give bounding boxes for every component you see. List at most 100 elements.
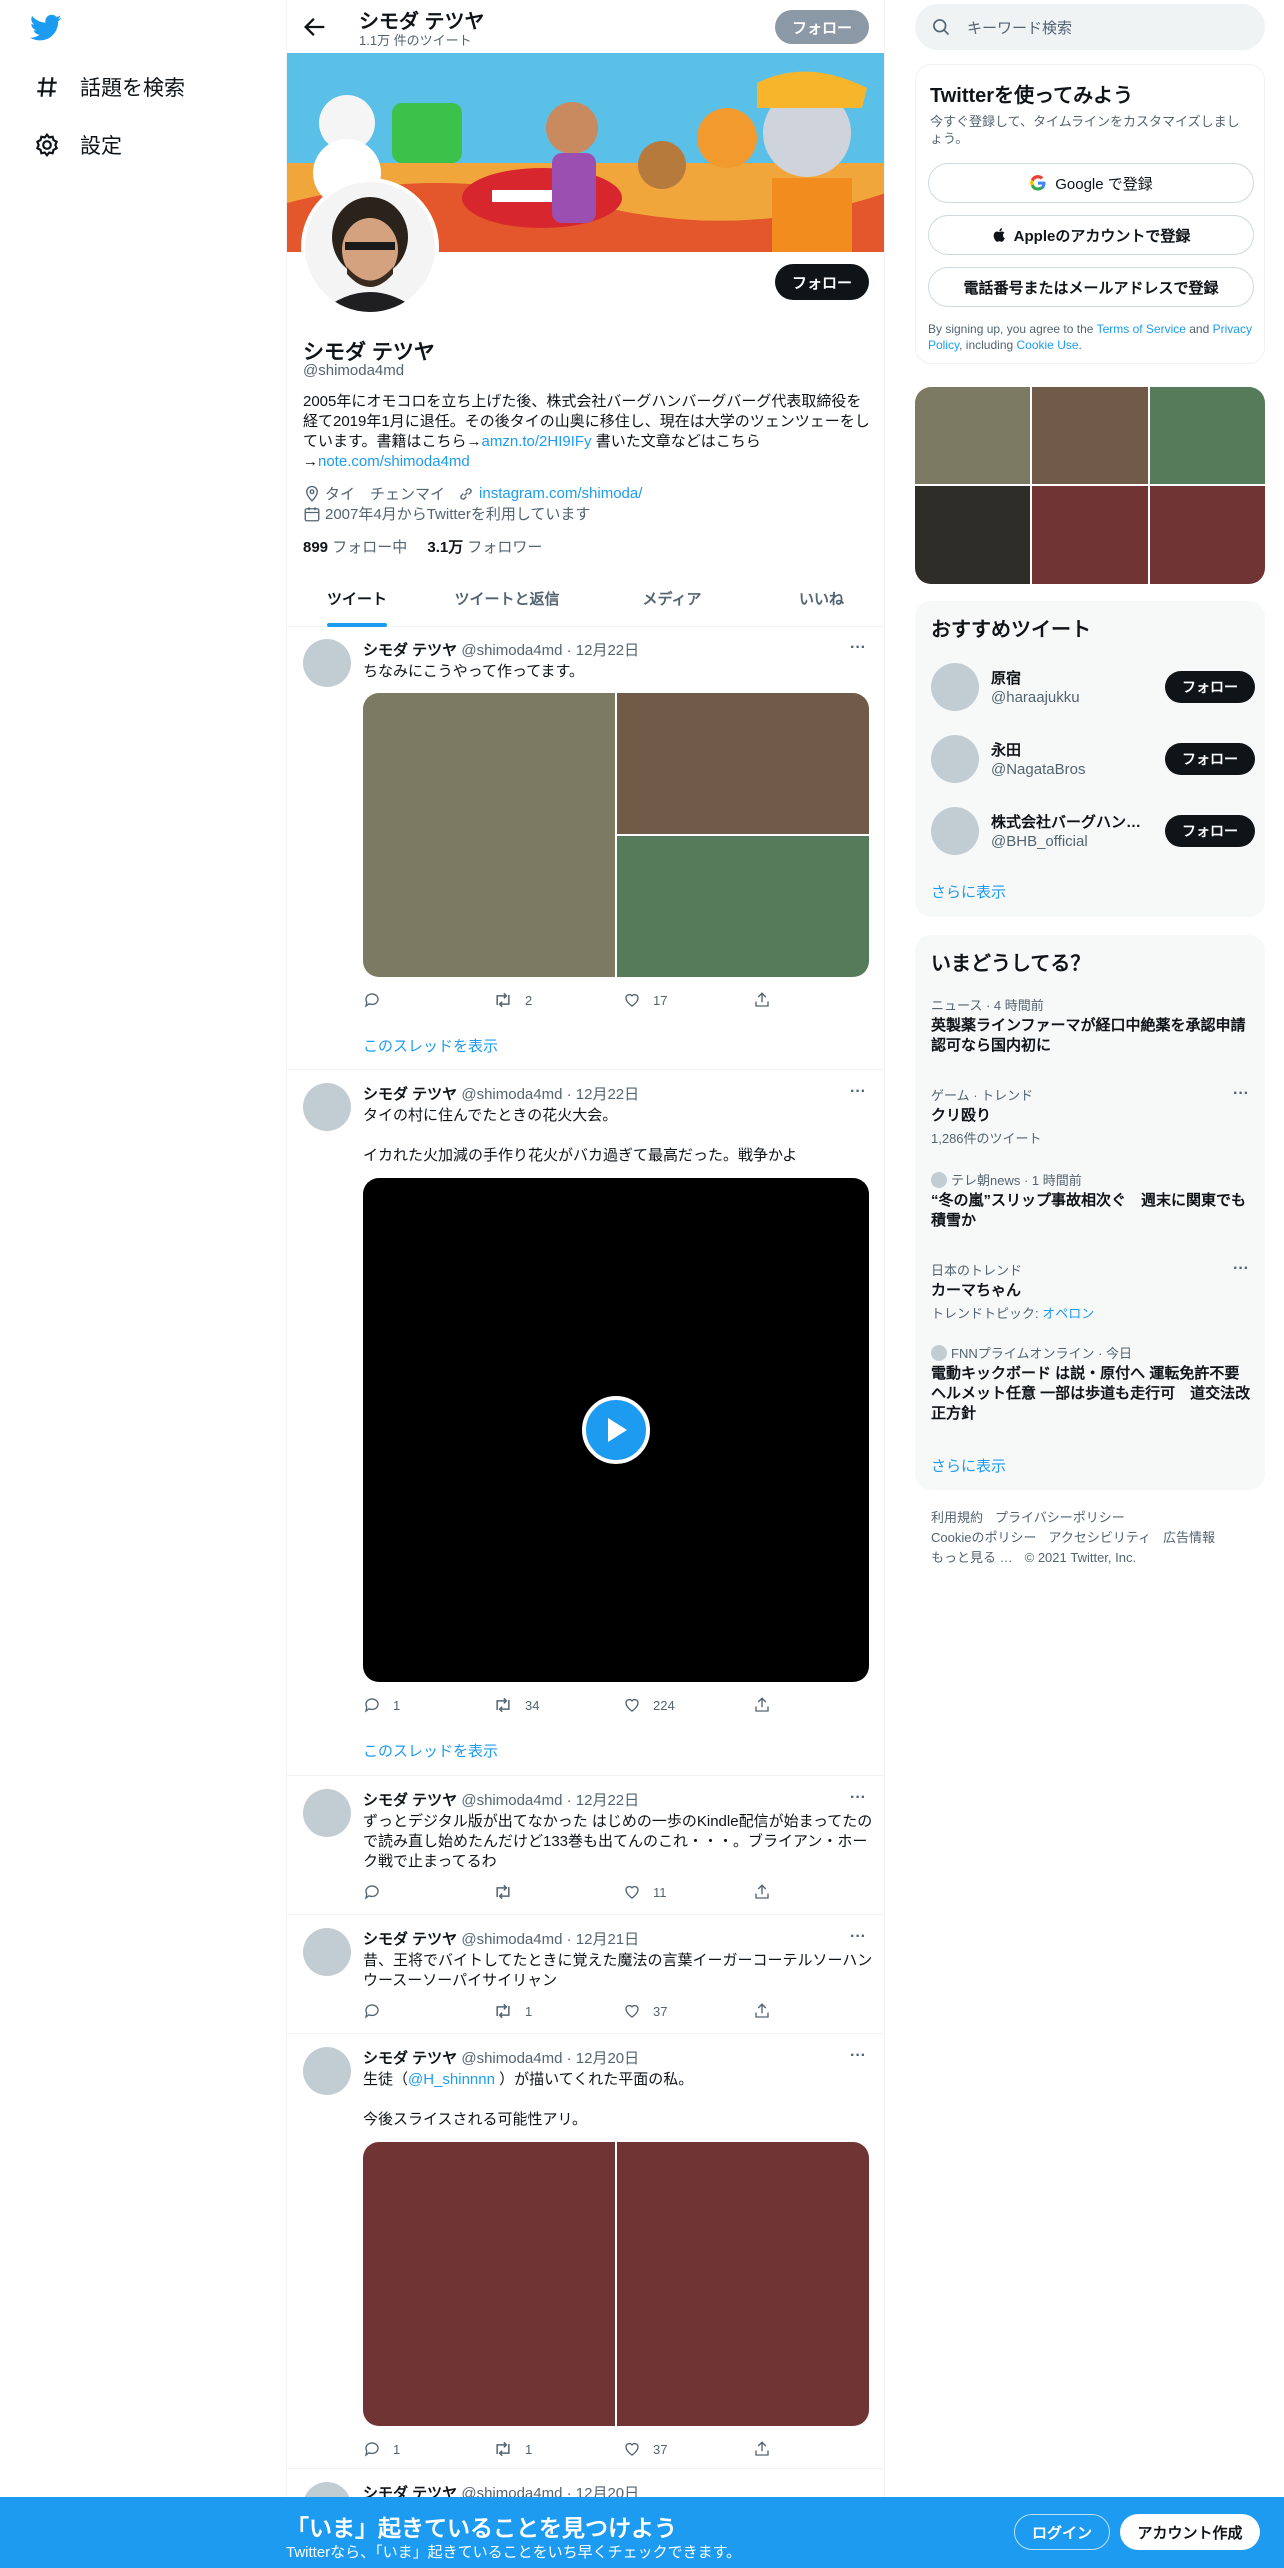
- footer-more-link[interactable]: もっと見る …: [931, 1550, 1013, 1565]
- tweet-author[interactable]: シモダ テツヤ: [363, 1792, 457, 1809]
- show-thread-link[interactable]: このスレッドを表示: [363, 1740, 498, 1761]
- reply-button[interactable]: [363, 991, 393, 1009]
- signup-button[interactable]: アカウント作成: [1120, 2514, 1260, 2550]
- reply-button[interactable]: 1: [363, 2440, 400, 2458]
- more-icon[interactable]: ···: [846, 1083, 870, 1103]
- more-icon[interactable]: ···: [1233, 1085, 1249, 1103]
- tweet-media-grid[interactable]: [363, 693, 869, 977]
- recommended-user[interactable]: 原宿 @haraajukku フォロー: [931, 659, 1255, 715]
- avatar[interactable]: [931, 663, 979, 711]
- phone-email-signup-button[interactable]: 電話番号またはメールアドレスで登録: [928, 267, 1254, 307]
- tweet-author[interactable]: シモダ テツヤ: [363, 1086, 457, 1103]
- search-input[interactable]: キーワード検索: [915, 4, 1265, 50]
- like-button[interactable]: 17: [623, 991, 667, 1009]
- tweet[interactable]: シモダ テツヤ @shimoda4md · 12月22日 ··· ちなみにこうや…: [287, 627, 884, 1070]
- trend-item[interactable]: ゲーム · トレンド クリ殴り 1,286件のツイート: [931, 1085, 1251, 1147]
- cookie-link[interactable]: Cookie Use: [1017, 338, 1079, 352]
- bio-note-link[interactable]: note.com/shimoda4md: [318, 453, 470, 470]
- tweet-author[interactable]: シモダ テツヤ: [363, 1931, 457, 1948]
- media-image[interactable]: [363, 693, 615, 977]
- footer-link[interactable]: Cookieのポリシー: [931, 1530, 1036, 1545]
- more-icon[interactable]: ···: [846, 1928, 870, 1948]
- trend-item[interactable]: 日本のトレンド カーマちゃん トレンドトピック: オペロン: [931, 1260, 1251, 1322]
- follow-button[interactable]: フォロー: [1165, 671, 1255, 703]
- more-icon[interactable]: ···: [846, 639, 870, 659]
- tab-media[interactable]: メディア: [587, 570, 757, 627]
- recommended-user[interactable]: 株式会社バーグハン… @BHB_official フォロー: [931, 803, 1255, 859]
- share-button[interactable]: [753, 1883, 771, 1901]
- followers-link[interactable]: 3.1万 フォロワー: [427, 539, 542, 556]
- tweet-media-grid[interactable]: [363, 2142, 869, 2426]
- gallery-image[interactable]: [1150, 387, 1265, 484]
- media-image[interactable]: [363, 2142, 615, 2426]
- retweet-button[interactable]: 1: [493, 2002, 532, 2020]
- tweet[interactable]: シモダ テツヤ @shimoda4md · 12月20日 ··· 生徒（@H_s…: [287, 2035, 884, 2469]
- gallery-image[interactable]: [1150, 486, 1265, 584]
- tweet-author[interactable]: シモダ テツヤ: [363, 642, 457, 659]
- avatar[interactable]: [303, 2047, 351, 2095]
- more-icon[interactable]: ···: [846, 1789, 870, 1809]
- gallery-image[interactable]: [915, 387, 1030, 484]
- terms-link[interactable]: Terms of Service: [1097, 322, 1186, 336]
- recommend-more-link[interactable]: さらに表示: [931, 881, 1006, 902]
- share-button[interactable]: [753, 1696, 771, 1714]
- tab-likes[interactable]: いいね: [757, 570, 884, 627]
- reply-button[interactable]: [363, 1883, 393, 1901]
- avatar[interactable]: [931, 735, 979, 783]
- avatar[interactable]: [303, 1083, 351, 1131]
- trend-item[interactable]: FNNプライムオンライン · 今日 電動キックボード は説・原付へ 運転免許不要…: [931, 1343, 1251, 1424]
- more-icon[interactable]: ···: [846, 2047, 870, 2067]
- footer-link[interactable]: アクセシビリティ: [1048, 1530, 1151, 1545]
- mention-link[interactable]: @H_shinnnn: [408, 2071, 495, 2088]
- follow-button[interactable]: フォロー: [1165, 743, 1255, 775]
- google-signup-button[interactable]: Google で登録: [928, 163, 1254, 203]
- nav-explore[interactable]: 話題を検索: [32, 67, 185, 107]
- like-button[interactable]: 224: [623, 1696, 675, 1714]
- trend-item[interactable]: テレ朝news · 1 時間前 “冬の嵐”スリップ事故相次ぐ 週末に関東でも積雪…: [931, 1170, 1251, 1231]
- profile-follow-button[interactable]: フォロー: [775, 264, 869, 300]
- trends-more-link[interactable]: さらに表示: [931, 1455, 1006, 1476]
- profile-avatar[interactable]: [301, 178, 439, 316]
- media-image[interactable]: [617, 836, 869, 977]
- footer-link[interactable]: 利用規約: [931, 1510, 983, 1525]
- tweet[interactable]: シモダ テツヤ @shimoda4md · 12月22日 ··· ずっとデジタル…: [287, 1777, 884, 1915]
- follow-button[interactable]: フォロー: [1165, 815, 1255, 847]
- like-button[interactable]: 11: [623, 1883, 667, 1901]
- play-icon[interactable]: [582, 1396, 650, 1464]
- bio-amazon-link[interactable]: amzn.to/2HI9IFy: [482, 433, 592, 450]
- gallery-image[interactable]: [1032, 486, 1148, 584]
- tweet-author[interactable]: シモダ テツヤ: [363, 2050, 457, 2067]
- back-arrow-icon[interactable]: [301, 13, 329, 41]
- retweet-button[interactable]: 2: [493, 991, 532, 1009]
- share-button[interactable]: [753, 991, 771, 1009]
- profile-website[interactable]: instagram.com/shimoda/: [457, 485, 642, 503]
- header-follow-button[interactable]: フォロー: [775, 10, 869, 44]
- tweet[interactable]: シモダ テツヤ @shimoda4md · 12月21日 ··· 昔、王将でバイ…: [287, 1916, 884, 2034]
- reply-button[interactable]: 1: [363, 1696, 400, 1714]
- trend-item[interactable]: ニュース · 4 時間前 英製薬ラインファーマが経口中絶薬を承認申請 認可なら国…: [931, 995, 1251, 1056]
- like-button[interactable]: 37: [623, 2440, 667, 2458]
- gallery-image[interactable]: [1032, 387, 1148, 484]
- tweet-video[interactable]: [363, 1178, 869, 1682]
- tab-tweets-replies[interactable]: ツイートと返信: [427, 570, 587, 627]
- apple-signup-button[interactable]: Appleのアカウントで登録: [928, 215, 1254, 255]
- avatar[interactable]: [303, 639, 351, 687]
- media-image[interactable]: [617, 693, 869, 834]
- share-button[interactable]: [753, 2440, 771, 2458]
- footer-link[interactable]: 広告情報: [1163, 1530, 1215, 1545]
- footer-link[interactable]: プライバシーポリシー: [995, 1510, 1125, 1525]
- avatar[interactable]: [931, 807, 979, 855]
- like-button[interactable]: 37: [623, 2002, 667, 2020]
- show-thread-link[interactable]: このスレッドを表示: [363, 1035, 498, 1056]
- more-icon[interactable]: ···: [1233, 1260, 1249, 1278]
- share-button[interactable]: [753, 2002, 771, 2020]
- avatar[interactable]: [303, 1928, 351, 1976]
- reply-button[interactable]: [363, 2002, 393, 2020]
- following-link[interactable]: 899 フォロー中: [303, 539, 407, 556]
- twitter-logo-icon[interactable]: [30, 14, 66, 44]
- nav-settings[interactable]: 設定: [32, 125, 122, 165]
- tab-tweets[interactable]: ツイート: [287, 570, 427, 627]
- tweet[interactable]: シモダ テツヤ @shimoda4md · 12月22日 ··· タイの村に住ん…: [287, 1071, 884, 1776]
- retweet-button[interactable]: 1: [493, 2440, 532, 2458]
- recommended-user[interactable]: 永田 @NagataBros フォロー: [931, 731, 1255, 787]
